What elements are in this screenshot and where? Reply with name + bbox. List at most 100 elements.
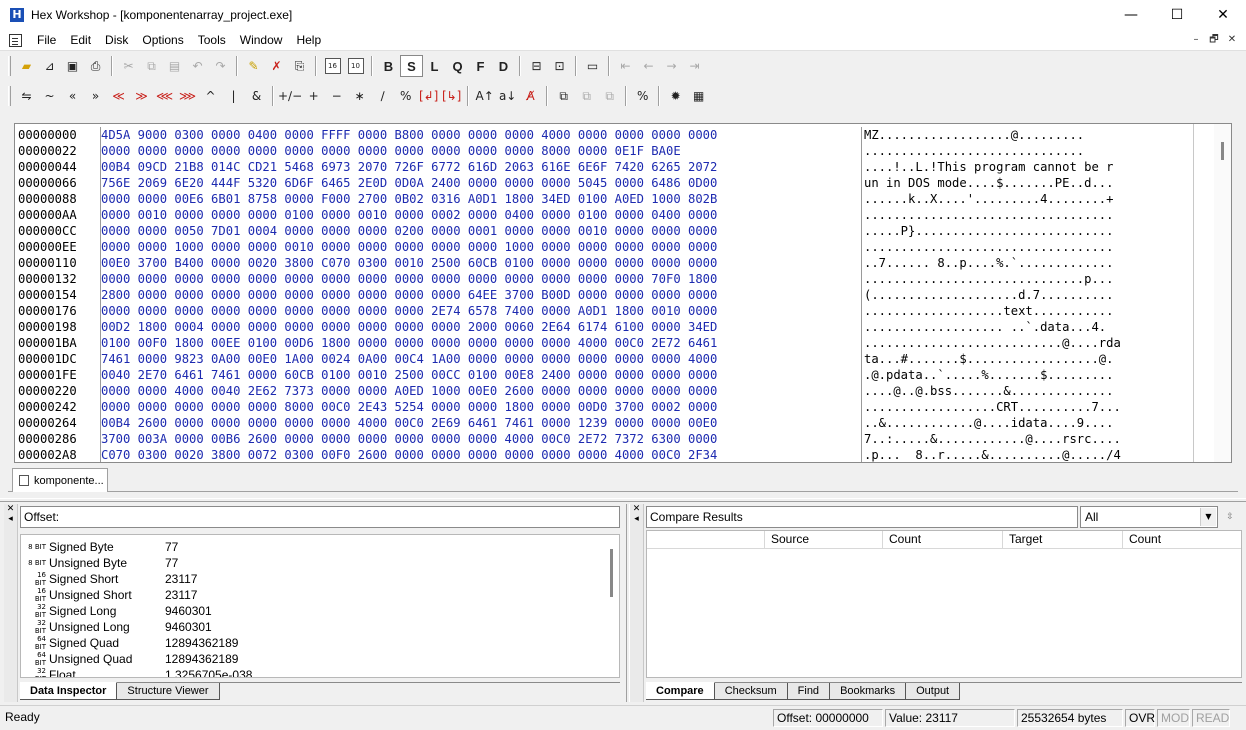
column-header-index[interactable] (647, 531, 765, 549)
inspector-scroll-thumb[interactable] (610, 549, 613, 597)
column-header-source-count[interactable]: Count (883, 531, 1003, 549)
hex-row[interactable]: 00B4 2600 0000 0000 0000 0000 0000 4000 … (101, 415, 860, 431)
tab-checksum[interactable]: Checksum (714, 683, 788, 700)
minimize-button[interactable]: — (1108, 0, 1154, 30)
menu-file[interactable]: File (30, 33, 63, 47)
change-sign-icon[interactable]: +∕− (278, 85, 302, 107)
invert-case-icon[interactable]: A̸ (519, 85, 542, 107)
ascii-row[interactable]: ..................CRT..........7... (864, 399, 1191, 415)
rotate-right-icon[interactable]: ≫ (130, 85, 153, 107)
ascii-row[interactable]: .................................. (864, 207, 1191, 223)
inspector-offset-field[interactable]: Offset: (20, 506, 620, 528)
base-16-button[interactable]: 16 (321, 55, 344, 77)
ascii-row[interactable]: ..&............@....idata....9.... (864, 415, 1191, 431)
column-header-target-count[interactable]: Count (1123, 531, 1241, 549)
document-tab[interactable]: komponente... (12, 468, 108, 492)
column-header-target[interactable]: Target (1003, 531, 1123, 549)
hex-row[interactable]: 0000 0000 0000 0000 0000 8000 00C0 2E43 … (101, 399, 860, 415)
inspector-list[interactable]: 8 BIT Signed Byte 77 8 BIT Unsigned Byte… (20, 534, 620, 678)
modulus-icon[interactable]: % (394, 85, 417, 107)
panel-gripper[interactable]: ✕ ◂ (4, 504, 18, 702)
inspector-row[interactable]: 8 BIT Signed Byte 77 (25, 539, 585, 555)
save-icon[interactable]: ▣ (61, 55, 84, 77)
hex-row[interactable]: 7461 0000 9823 0A00 00E0 1A00 0024 0A00 … (101, 351, 860, 367)
ascii-row[interactable]: 7..:.....&............@....rsrc.... (864, 431, 1191, 447)
hex-row[interactable]: 2800 0000 0000 0000 0000 0000 0000 0000 … (101, 287, 860, 303)
inspector-row[interactable]: 16 BIT Unsigned Short 23117 (25, 587, 585, 603)
calculator-icon[interactable]: ▦ (687, 85, 710, 107)
ascii-row[interactable]: ...........................@....rda (864, 335, 1191, 351)
previous-icon[interactable]: ← (637, 55, 660, 77)
ascii-row[interactable]: MZ..................@......... (864, 127, 1191, 143)
hex-row[interactable]: 00D2 1800 0004 0000 0000 0000 0000 0000 … (101, 319, 860, 335)
compare-next-icon[interactable]: ⧉ (575, 85, 598, 107)
hex-row[interactable]: 756E 2069 6E20 444F 5320 6D6F 6465 2E0D … (101, 175, 860, 191)
hex-row[interactable]: 0000 0000 4000 0040 2E62 7373 0000 0000 … (101, 383, 860, 399)
ascii-column[interactable]: MZ..................@...................… (861, 127, 1191, 462)
subtract-icon[interactable]: − (325, 85, 348, 107)
menu-window[interactable]: Window (233, 33, 290, 47)
tab-compare[interactable]: Compare (646, 682, 715, 700)
hex-row[interactable]: C070 0300 0020 3800 0072 0300 00F0 2600 … (101, 447, 860, 462)
inspector-row[interactable]: 8 BIT Unsigned Byte 77 (25, 555, 585, 571)
base-10-button[interactable]: 10 (344, 55, 367, 77)
panel-gripper[interactable]: ✕ ◂ (630, 504, 644, 702)
hex-row[interactable]: 0000 0010 0000 0000 0000 0100 0000 0010 … (101, 207, 860, 223)
quad-button[interactable]: Q (446, 55, 469, 77)
tab-output[interactable]: Output (906, 683, 961, 700)
hex-byte-column[interactable]: 4D5A 9000 0300 0000 0400 0000 FFFF 0000 … (100, 127, 860, 462)
ascii-row[interactable]: .@.pdata..`.....%.......$......... (864, 367, 1191, 383)
hex-row[interactable]: 0000 0000 1000 0000 0000 0010 0000 0000 … (101, 239, 860, 255)
and-icon[interactable]: & (245, 85, 268, 107)
maximize-button[interactable]: ☐ (1154, 0, 1200, 30)
close-button[interactable]: ✕ (1200, 0, 1246, 30)
hex-row[interactable]: 00B4 09CD 21B8 014C CD21 5468 6973 2070 … (101, 159, 860, 175)
tab-find[interactable]: Find (787, 683, 831, 700)
compare-icon[interactable]: ⧉ (552, 85, 575, 107)
not-icon[interactable]: ~ (38, 85, 61, 107)
copy-special-icon[interactable]: ⎘ (288, 55, 311, 77)
menu-edit[interactable]: Edit (63, 33, 98, 47)
compare-results-table[interactable]: Source Count Target Count (646, 530, 1242, 678)
bracket-left-icon[interactable]: [↲] (417, 85, 440, 107)
xor-icon[interactable]: ^ (199, 85, 222, 107)
double-button[interactable]: D (492, 55, 515, 77)
pin-panel-icon[interactable]: ◂ (4, 514, 17, 524)
open-file-icon[interactable]: ⊿ (38, 55, 61, 77)
add-icon[interactable]: + (302, 85, 325, 107)
ascii-row[interactable]: ta...#.......$..................@. (864, 351, 1191, 367)
menu-tools[interactable]: Tools (191, 33, 233, 47)
menu-options[interactable]: Options (135, 33, 190, 47)
compare-prev-icon[interactable]: ⧉ (598, 85, 621, 107)
open-folder-icon[interactable]: ▰ (15, 55, 38, 77)
column-header-source[interactable]: Source (765, 531, 883, 549)
inspector-row[interactable]: 64 BIT Unsigned Quad 12894362189 (25, 651, 585, 667)
ascii-row[interactable]: ................... ..`.data...4. (864, 319, 1191, 335)
settings-gear-icon[interactable]: ✹ (664, 85, 687, 107)
shift-left-icon[interactable]: « (61, 85, 84, 107)
multiply-icon[interactable]: ∗ (348, 85, 371, 107)
inspector-row[interactable]: 32 BIT Float 1.3256705e-038 (25, 667, 585, 677)
rotate-left-icon[interactable]: ≪ (107, 85, 130, 107)
paste-icon[interactable]: ▤ (163, 55, 186, 77)
tab-data-inspector[interactable]: Data Inspector (20, 682, 118, 700)
clear-highlight-icon[interactable]: ✗ (265, 55, 288, 77)
doc-restore-button[interactable]: 🗗 (1206, 32, 1222, 47)
redo-icon[interactable]: ↷ (209, 55, 232, 77)
pin-panel-icon[interactable]: ◂ (630, 514, 643, 524)
menu-disk[interactable]: Disk (98, 33, 135, 47)
ascii-row[interactable]: ....!..L.!This program cannot be r (864, 159, 1191, 175)
hex-scroll-thumb[interactable] (1221, 142, 1224, 160)
shift-right-icon[interactable]: » (84, 85, 107, 107)
next-icon[interactable]: → (660, 55, 683, 77)
toolbar-grip[interactable] (8, 56, 11, 76)
last-icon[interactable]: ⇥ (683, 55, 706, 77)
inspector-row[interactable]: 32 BIT Signed Long 9460301 (25, 603, 585, 619)
print-icon[interactable]: ⎙ (84, 55, 107, 77)
ascii-row[interactable]: ..............................p... (864, 271, 1191, 287)
menu-help[interactable]: Help (289, 33, 328, 47)
ascii-row[interactable]: un in DOS mode....$.......PE..d... (864, 175, 1191, 191)
doc-minimize-button[interactable]: – (1188, 32, 1204, 47)
hex-row[interactable]: 0100 00F0 1800 00EE 0100 00D6 1800 0000 … (101, 335, 860, 351)
swap-icon[interactable]: ⇋ (15, 85, 38, 107)
